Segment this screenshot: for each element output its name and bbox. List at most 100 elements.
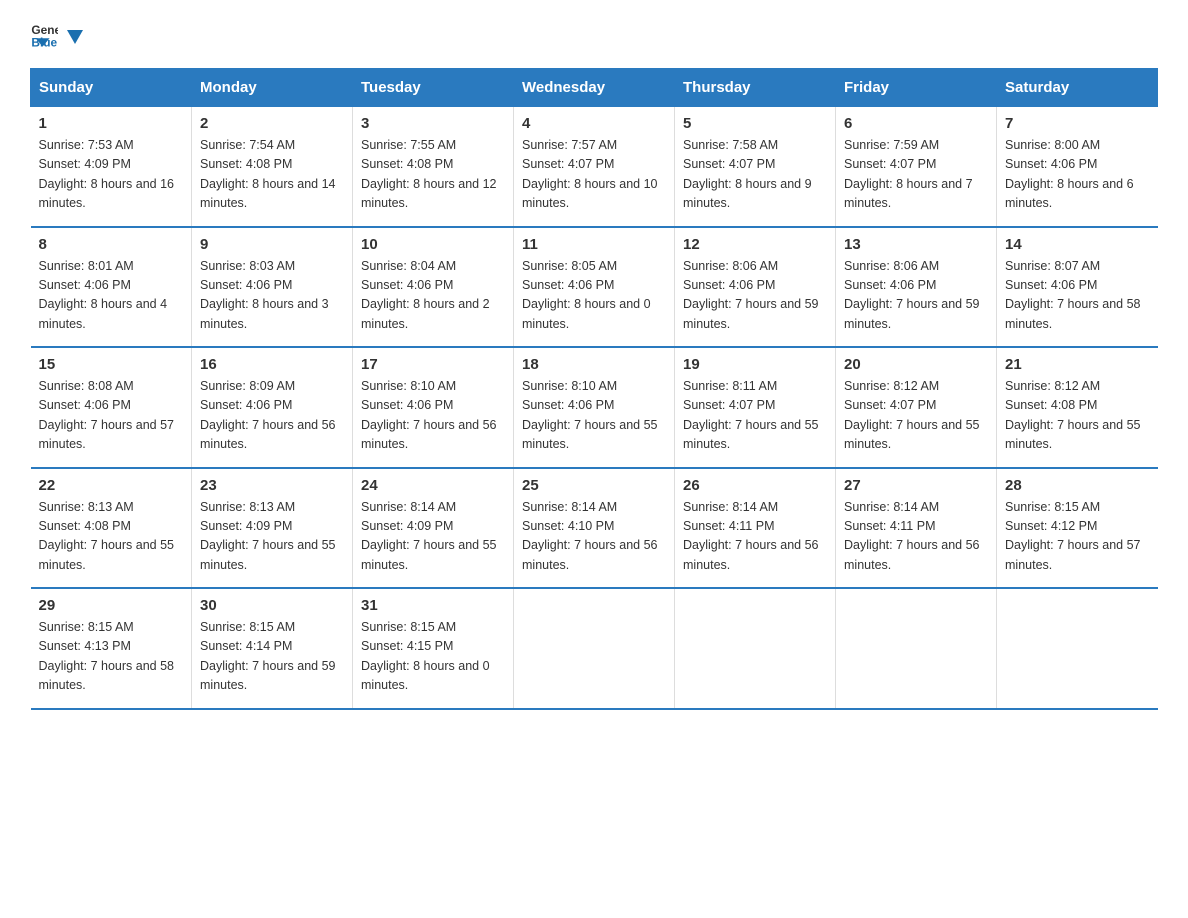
day-info: Sunrise: 7:58 AM Sunset: 4:07 PM Dayligh… [683,136,827,214]
day-number: 2 [200,115,344,132]
day-number: 26 [683,477,827,494]
day-number: 13 [844,236,988,253]
day-number: 10 [361,236,505,253]
calendar-cell: 2 Sunrise: 7:54 AM Sunset: 4:08 PM Dayli… [192,107,353,227]
calendar-cell: 11 Sunrise: 8:05 AM Sunset: 4:06 PM Dayl… [514,227,675,348]
day-header-friday: Friday [836,69,997,107]
day-info: Sunrise: 7:57 AM Sunset: 4:07 PM Dayligh… [522,136,666,214]
day-info: Sunrise: 8:15 AM Sunset: 4:12 PM Dayligh… [1005,498,1150,576]
day-info: Sunrise: 8:07 AM Sunset: 4:06 PM Dayligh… [1005,257,1150,335]
calendar-cell: 1 Sunrise: 7:53 AM Sunset: 4:09 PM Dayli… [31,107,192,227]
day-info: Sunrise: 8:12 AM Sunset: 4:08 PM Dayligh… [1005,377,1150,455]
day-header-saturday: Saturday [997,69,1158,107]
logo: General Blue [30,20,86,48]
logo-icon: General Blue [30,20,58,48]
calendar-header-row: SundayMondayTuesdayWednesdayThursdayFrid… [31,69,1158,107]
day-number: 1 [39,115,184,132]
day-number: 4 [522,115,666,132]
day-info: Sunrise: 8:13 AM Sunset: 4:08 PM Dayligh… [39,498,184,576]
svg-text:Blue: Blue [31,36,57,48]
calendar-cell: 22 Sunrise: 8:13 AM Sunset: 4:08 PM Dayl… [31,468,192,589]
calendar-cell: 13 Sunrise: 8:06 AM Sunset: 4:06 PM Dayl… [836,227,997,348]
calendar-cell: 23 Sunrise: 8:13 AM Sunset: 4:09 PM Dayl… [192,468,353,589]
calendar-cell: 30 Sunrise: 8:15 AM Sunset: 4:14 PM Dayl… [192,588,353,709]
day-number: 30 [200,597,344,614]
day-info: Sunrise: 8:14 AM Sunset: 4:09 PM Dayligh… [361,498,505,576]
calendar-cell: 4 Sunrise: 7:57 AM Sunset: 4:07 PM Dayli… [514,107,675,227]
day-number: 18 [522,356,666,373]
day-info: Sunrise: 8:11 AM Sunset: 4:07 PM Dayligh… [683,377,827,455]
day-number: 3 [361,115,505,132]
day-number: 6 [844,115,988,132]
day-info: Sunrise: 8:09 AM Sunset: 4:06 PM Dayligh… [200,377,344,455]
day-info: Sunrise: 8:10 AM Sunset: 4:06 PM Dayligh… [522,377,666,455]
calendar-cell [997,588,1158,709]
day-info: Sunrise: 8:14 AM Sunset: 4:10 PM Dayligh… [522,498,666,576]
day-info: Sunrise: 8:13 AM Sunset: 4:09 PM Dayligh… [200,498,344,576]
day-number: 15 [39,356,184,373]
calendar-week-row: 29 Sunrise: 8:15 AM Sunset: 4:13 PM Dayl… [31,588,1158,709]
svg-text:General: General [31,23,58,37]
calendar-cell: 16 Sunrise: 8:09 AM Sunset: 4:06 PM Dayl… [192,347,353,468]
day-number: 8 [39,236,184,253]
logo-triangle-icon [64,26,86,48]
day-info: Sunrise: 7:55 AM Sunset: 4:08 PM Dayligh… [361,136,505,214]
day-info: Sunrise: 8:04 AM Sunset: 4:06 PM Dayligh… [361,257,505,335]
day-info: Sunrise: 8:15 AM Sunset: 4:13 PM Dayligh… [39,618,184,696]
day-info: Sunrise: 8:06 AM Sunset: 4:06 PM Dayligh… [683,257,827,335]
day-info: Sunrise: 8:08 AM Sunset: 4:06 PM Dayligh… [39,377,184,455]
calendar-cell: 18 Sunrise: 8:10 AM Sunset: 4:06 PM Dayl… [514,347,675,468]
calendar-cell: 5 Sunrise: 7:58 AM Sunset: 4:07 PM Dayli… [675,107,836,227]
calendar-cell: 28 Sunrise: 8:15 AM Sunset: 4:12 PM Dayl… [997,468,1158,589]
day-info: Sunrise: 8:14 AM Sunset: 4:11 PM Dayligh… [683,498,827,576]
day-number: 25 [522,477,666,494]
calendar-cell: 6 Sunrise: 7:59 AM Sunset: 4:07 PM Dayli… [836,107,997,227]
day-number: 28 [1005,477,1150,494]
calendar-cell: 12 Sunrise: 8:06 AM Sunset: 4:06 PM Dayl… [675,227,836,348]
day-info: Sunrise: 8:00 AM Sunset: 4:06 PM Dayligh… [1005,136,1150,214]
calendar-cell: 31 Sunrise: 8:15 AM Sunset: 4:15 PM Dayl… [353,588,514,709]
calendar-cell: 21 Sunrise: 8:12 AM Sunset: 4:08 PM Dayl… [997,347,1158,468]
calendar-week-row: 15 Sunrise: 8:08 AM Sunset: 4:06 PM Dayl… [31,347,1158,468]
calendar-week-row: 8 Sunrise: 8:01 AM Sunset: 4:06 PM Dayli… [31,227,1158,348]
day-info: Sunrise: 7:54 AM Sunset: 4:08 PM Dayligh… [200,136,344,214]
day-number: 17 [361,356,505,373]
day-number: 19 [683,356,827,373]
day-info: Sunrise: 8:14 AM Sunset: 4:11 PM Dayligh… [844,498,988,576]
calendar-cell: 10 Sunrise: 8:04 AM Sunset: 4:06 PM Dayl… [353,227,514,348]
day-info: Sunrise: 8:10 AM Sunset: 4:06 PM Dayligh… [361,377,505,455]
day-info: Sunrise: 7:53 AM Sunset: 4:09 PM Dayligh… [39,136,184,214]
calendar-cell [836,588,997,709]
calendar-week-row: 22 Sunrise: 8:13 AM Sunset: 4:08 PM Dayl… [31,468,1158,589]
day-info: Sunrise: 8:01 AM Sunset: 4:06 PM Dayligh… [39,257,184,335]
day-header-thursday: Thursday [675,69,836,107]
day-number: 21 [1005,356,1150,373]
page-header: General Blue [30,20,1158,48]
calendar-cell: 7 Sunrise: 8:00 AM Sunset: 4:06 PM Dayli… [997,107,1158,227]
day-info: Sunrise: 8:15 AM Sunset: 4:14 PM Dayligh… [200,618,344,696]
day-number: 20 [844,356,988,373]
day-number: 7 [1005,115,1150,132]
day-info: Sunrise: 8:15 AM Sunset: 4:15 PM Dayligh… [361,618,505,696]
day-number: 22 [39,477,184,494]
calendar-cell: 9 Sunrise: 8:03 AM Sunset: 4:06 PM Dayli… [192,227,353,348]
day-header-monday: Monday [192,69,353,107]
calendar-cell: 15 Sunrise: 8:08 AM Sunset: 4:06 PM Dayl… [31,347,192,468]
day-number: 12 [683,236,827,253]
day-number: 23 [200,477,344,494]
day-info: Sunrise: 8:06 AM Sunset: 4:06 PM Dayligh… [844,257,988,335]
day-number: 11 [522,236,666,253]
day-number: 5 [683,115,827,132]
day-number: 31 [361,597,505,614]
calendar-cell: 19 Sunrise: 8:11 AM Sunset: 4:07 PM Dayl… [675,347,836,468]
calendar-cell [675,588,836,709]
day-info: Sunrise: 8:12 AM Sunset: 4:07 PM Dayligh… [844,377,988,455]
calendar-cell: 26 Sunrise: 8:14 AM Sunset: 4:11 PM Dayl… [675,468,836,589]
calendar-cell: 29 Sunrise: 8:15 AM Sunset: 4:13 PM Dayl… [31,588,192,709]
day-number: 29 [39,597,184,614]
day-header-tuesday: Tuesday [353,69,514,107]
day-info: Sunrise: 8:05 AM Sunset: 4:06 PM Dayligh… [522,257,666,335]
day-number: 16 [200,356,344,373]
day-header-sunday: Sunday [31,69,192,107]
day-info: Sunrise: 8:03 AM Sunset: 4:06 PM Dayligh… [200,257,344,335]
